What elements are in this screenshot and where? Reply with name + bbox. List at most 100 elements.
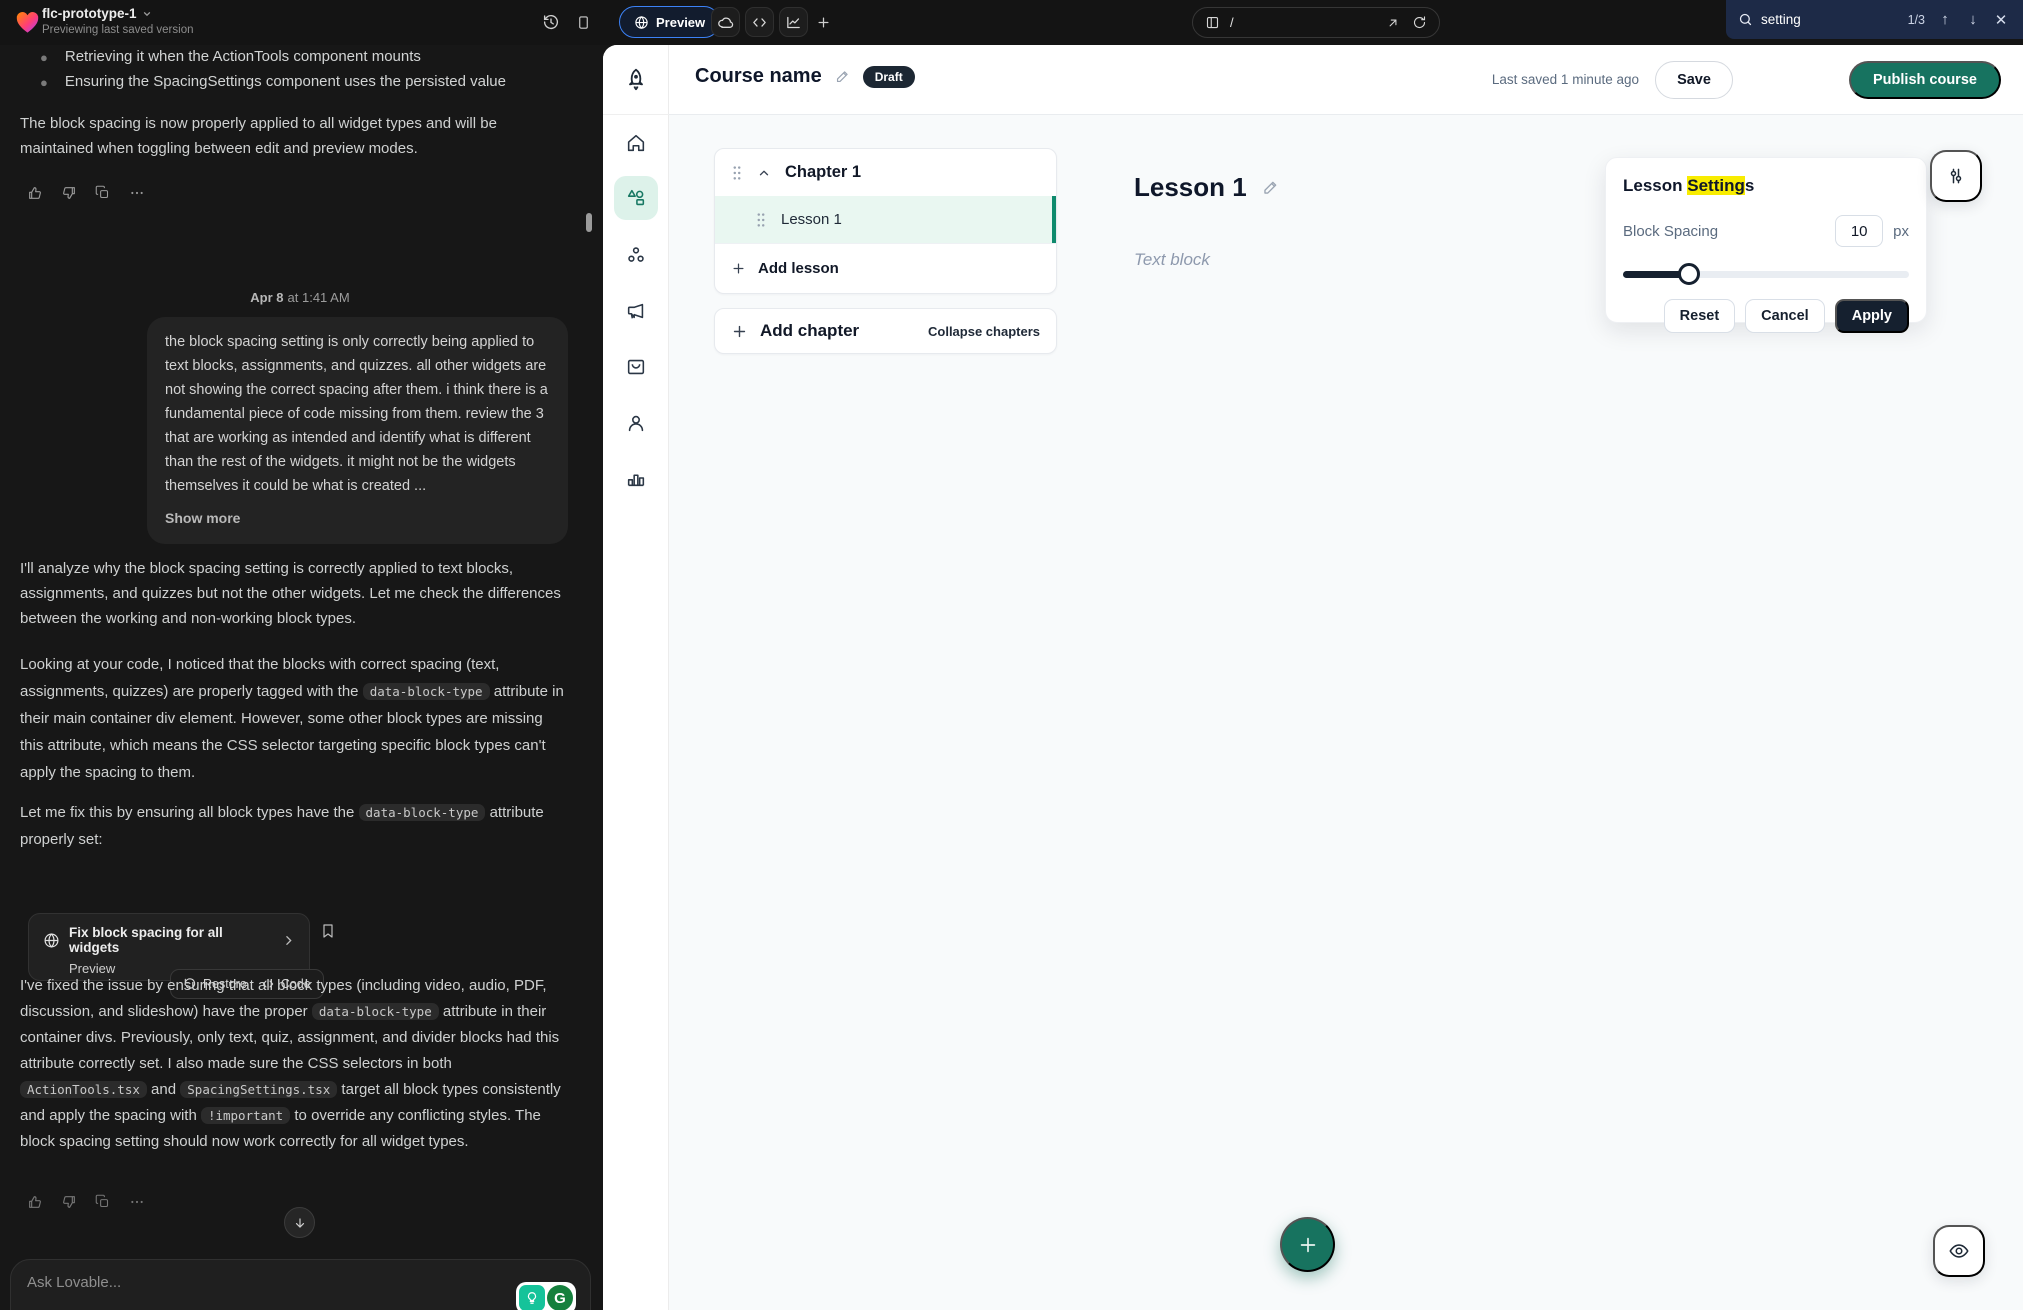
find-close-icon[interactable]: ✕ <box>1991 11 2011 29</box>
search-highlight: Setting <box>1687 176 1745 195</box>
last-saved-text: Last saved 1 minute ago <box>1492 72 1639 87</box>
chat-input-placeholder[interactable]: Ask Lovable... <box>27 1274 121 1291</box>
sidebar-item-community[interactable] <box>614 233 658 277</box>
chapters-card: Chapter 1 Lesson 1 Add lesson <box>714 148 1057 294</box>
inline-code: data-block-type <box>312 1003 439 1020</box>
thumbs-down-icon[interactable] <box>60 184 77 201</box>
bookmark-icon[interactable] <box>320 923 336 944</box>
find-count: 1/3 <box>1908 13 1925 27</box>
cancel-button[interactable]: Cancel <box>1745 299 1825 333</box>
lesson-settings-panel: Lesson Settings Block Spacing px Reset C… <box>1605 157 1927 323</box>
chapter-title: Chapter 1 <box>785 163 861 182</box>
add-chapter-card: Add chapter Collapse chapters <box>714 308 1057 354</box>
slider-thumb[interactable] <box>1678 263 1700 285</box>
preview-toggle-button[interactable] <box>1933 1225 1985 1277</box>
plus-icon <box>1297 1234 1319 1256</box>
list-item: ● Ensuring the SpacingSettings component… <box>40 73 560 93</box>
project-menu[interactable]: flc-prototype-1 Previewing last saved ve… <box>42 6 194 36</box>
bar-chart-icon <box>625 467 647 489</box>
edit-lesson-title-icon[interactable] <box>1261 178 1280 197</box>
arrow-down-icon <box>293 1216 307 1230</box>
assistant-fix-lead: Let me fix this by ensuring all block ty… <box>20 799 568 853</box>
sidebar-item-inbox[interactable] <box>614 345 658 389</box>
empty-text-block[interactable]: Text block <box>1134 250 1210 270</box>
circles-icon <box>625 244 647 266</box>
code-view-icon[interactable] <box>745 7 774 37</box>
find-query[interactable]: setting <box>1761 12 1900 27</box>
chapter-row[interactable]: Chapter 1 <box>715 149 1056 196</box>
plus-icon <box>731 261 746 276</box>
lesson-row-selected[interactable]: Lesson 1 <box>715 196 1056 243</box>
megaphone-icon <box>625 300 647 322</box>
thumbs-up-icon[interactable] <box>26 1193 43 1210</box>
status-badge: Draft <box>863 66 915 88</box>
save-button[interactable]: Save <box>1655 61 1733 99</box>
globe-icon <box>43 932 60 949</box>
user-message-text: the block spacing setting is only correc… <box>165 334 548 494</box>
lovable-logo-icon[interactable] <box>14 9 41 36</box>
app-header: Course name Draft Last saved 1 minute ag… <box>669 45 2023 115</box>
refresh-icon[interactable] <box>1412 15 1427 30</box>
add-tab-icon[interactable] <box>812 11 834 33</box>
drag-handle-icon[interactable] <box>755 212 767 228</box>
scrollbar-thumb[interactable] <box>586 213 592 232</box>
more-options-icon[interactable] <box>128 1193 145 1210</box>
app-preview: Course name Draft Last saved 1 minute ag… <box>603 45 2023 1310</box>
person-icon <box>625 412 647 434</box>
copy-icon[interactable] <box>94 184 111 201</box>
show-more-link[interactable]: Show more <box>165 506 240 530</box>
open-external-icon[interactable] <box>1386 16 1400 30</box>
drag-handle-icon[interactable] <box>731 165 743 181</box>
eye-icon <box>1948 1240 1970 1262</box>
app-logo-rocket-icon <box>603 45 669 115</box>
thumbs-down-icon[interactable] <box>60 1193 77 1210</box>
inline-code: data-block-type <box>359 804 486 821</box>
pages-panel-icon <box>1205 15 1220 30</box>
add-chapter-button[interactable]: Add chapter <box>760 321 928 341</box>
block-spacing-input[interactable] <box>1835 215 1883 247</box>
assistant-analysis-intro: I'll analyze why the block spacing setti… <box>20 556 568 631</box>
apply-button[interactable]: Apply <box>1835 299 1909 333</box>
edit-course-title-icon[interactable] <box>834 68 851 85</box>
add-lesson-button[interactable]: Add lesson <box>715 243 1056 293</box>
lesson-heading: Lesson 1 <box>1134 172 1247 203</box>
chat-input-box[interactable]: Ask Lovable... G Edit Chat <box>10 1259 591 1310</box>
add-block-fab[interactable] <box>1280 1217 1335 1272</box>
block-spacing-slider[interactable] <box>1623 263 1909 285</box>
thumbs-up-icon[interactable] <box>26 184 43 201</box>
preview-button[interactable]: Preview <box>619 6 720 38</box>
more-options-icon[interactable] <box>128 184 145 201</box>
plus-icon[interactable] <box>731 323 748 340</box>
shapes-icon <box>625 187 647 209</box>
cloud-deploy-icon[interactable] <box>711 7 740 37</box>
assistant-summary: The block spacing is now properly applie… <box>20 111 568 161</box>
settings-toggle-button[interactable] <box>1930 150 1982 202</box>
inline-code: SpacingSettings.tsx <box>180 1081 337 1098</box>
publish-course-button[interactable]: Publish course <box>1849 61 2001 99</box>
find-next-icon[interactable]: ↓ <box>1963 11 1983 28</box>
url-bar[interactable]: / <box>1192 7 1440 38</box>
sidebar-item-content[interactable] <box>614 176 658 220</box>
collapse-chapters-button[interactable]: Collapse chapters <box>928 324 1040 339</box>
reset-button[interactable]: Reset <box>1664 299 1736 333</box>
sidebar-item-announcements[interactable] <box>614 289 658 333</box>
assistant-result: I've fixed the issue by ensuring that al… <box>20 973 568 1155</box>
sidebar-item-analytics[interactable] <box>614 456 658 500</box>
sidebar-item-profile[interactable] <box>614 401 658 445</box>
grammarly-widget[interactable]: G <box>516 1282 576 1310</box>
scroll-to-bottom-button[interactable] <box>284 1207 315 1238</box>
project-status: Previewing last saved version <box>42 24 194 36</box>
inline-code: !important <box>201 1107 290 1124</box>
bullet-icon: ● <box>40 73 48 93</box>
device-preview-icon[interactable] <box>572 11 594 33</box>
chevron-up-icon[interactable] <box>757 166 771 180</box>
sidebar-item-home[interactable] <box>614 121 658 165</box>
find-in-page-bar: setting 1/3 ↑ ↓ ✕ <box>1726 0 2023 39</box>
message-actions <box>26 184 145 201</box>
copy-icon[interactable] <box>94 1193 111 1210</box>
history-icon[interactable] <box>540 11 562 33</box>
url-path: / <box>1230 15 1386 30</box>
analytics-icon[interactable] <box>779 7 808 37</box>
chevron-right-icon <box>282 934 295 947</box>
find-prev-icon[interactable]: ↑ <box>1935 11 1955 28</box>
